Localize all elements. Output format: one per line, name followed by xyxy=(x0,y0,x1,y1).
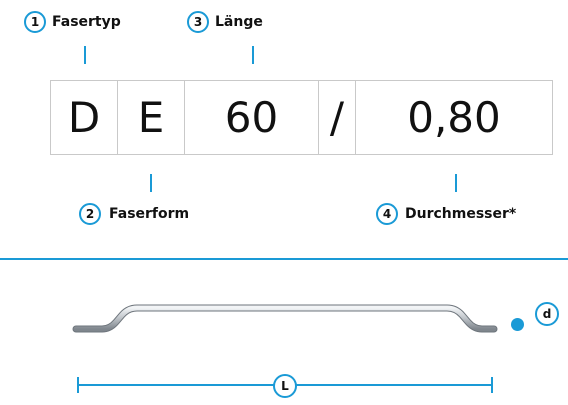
badge-length-symbol: L xyxy=(273,374,297,398)
label-fasertyp: Fasertyp xyxy=(52,14,121,30)
code-form: E xyxy=(137,93,165,142)
code-box-diameter: 0,80 xyxy=(355,80,553,155)
label-laenge: Länge xyxy=(215,14,263,30)
code-type: D xyxy=(67,93,101,142)
code-box-form: E xyxy=(117,80,185,155)
label-faserform: Faserform xyxy=(109,206,190,222)
code-box-separator: / xyxy=(318,80,356,155)
code-box-length: 60 xyxy=(184,80,319,155)
connector-durchmesser xyxy=(455,174,457,192)
badge-diameter-symbol: d xyxy=(535,302,559,326)
connector-laenge xyxy=(252,46,254,64)
code-box-type: D xyxy=(50,80,118,155)
badge-laenge-number: 3 xyxy=(187,11,209,33)
dimension-line-end xyxy=(491,377,493,393)
label-durchmesser: Durchmesser* xyxy=(405,206,517,222)
diameter-dot-icon xyxy=(511,318,524,331)
badge-fasertyp-number: 1 xyxy=(24,11,46,33)
connector-faserform xyxy=(150,174,152,192)
code-length: 60 xyxy=(224,93,279,142)
code-diameter: 0,80 xyxy=(407,93,501,142)
steel-fiber-illustration xyxy=(72,304,498,333)
code-separator: / xyxy=(329,93,345,142)
section-divider xyxy=(0,258,568,260)
badge-durchmesser-number: 4 xyxy=(376,203,398,225)
connector-fasertyp xyxy=(84,46,86,64)
badge-faserform-number: 2 xyxy=(79,203,101,225)
